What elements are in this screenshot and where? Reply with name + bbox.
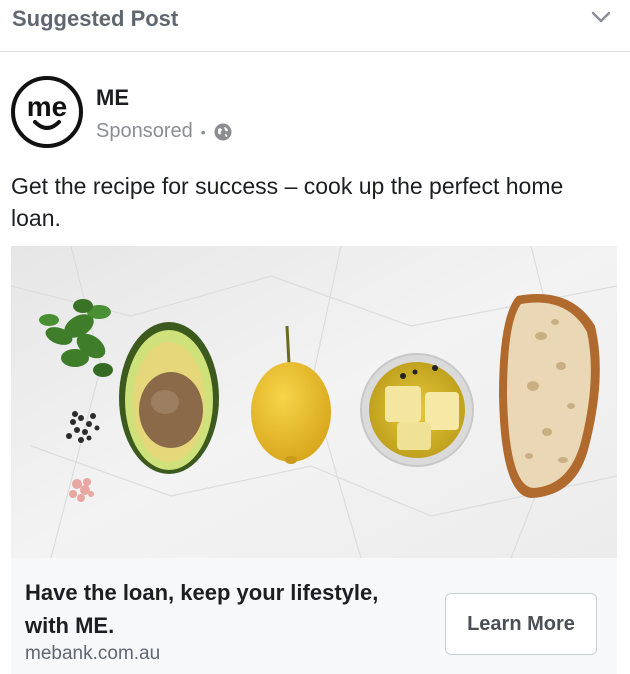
link-preview[interactable]: Have the loan, keep your lifestyle, with… [11,558,617,674]
link-domain: mebank.com.au [25,643,161,664]
meta-separator: • [200,123,206,140]
link-headline[interactable]: Have the loan, keep your lifestyle, with… [25,576,425,642]
avocado-image [119,322,219,474]
header-title: Suggested Post [12,6,179,31]
page-logo[interactable]: me [11,76,83,148]
page-name[interactable]: ME [96,85,129,111]
post-header: me ME Sponsored • [0,52,630,162]
learn-more-button[interactable]: Learn More [445,593,597,655]
post-image[interactable] [11,246,617,558]
sponsored-label[interactable]: Sponsored [96,120,193,143]
post-caption: Get the recipe for success – cook up the… [11,173,564,231]
chevron-down-icon[interactable] [590,8,612,26]
suggested-post-header: Suggested Post [0,0,630,52]
oil-jar-image [360,353,474,467]
globe-icon [214,123,232,140]
post-meta: Sponsored • [96,120,232,143]
logo-text: me [27,91,67,122]
